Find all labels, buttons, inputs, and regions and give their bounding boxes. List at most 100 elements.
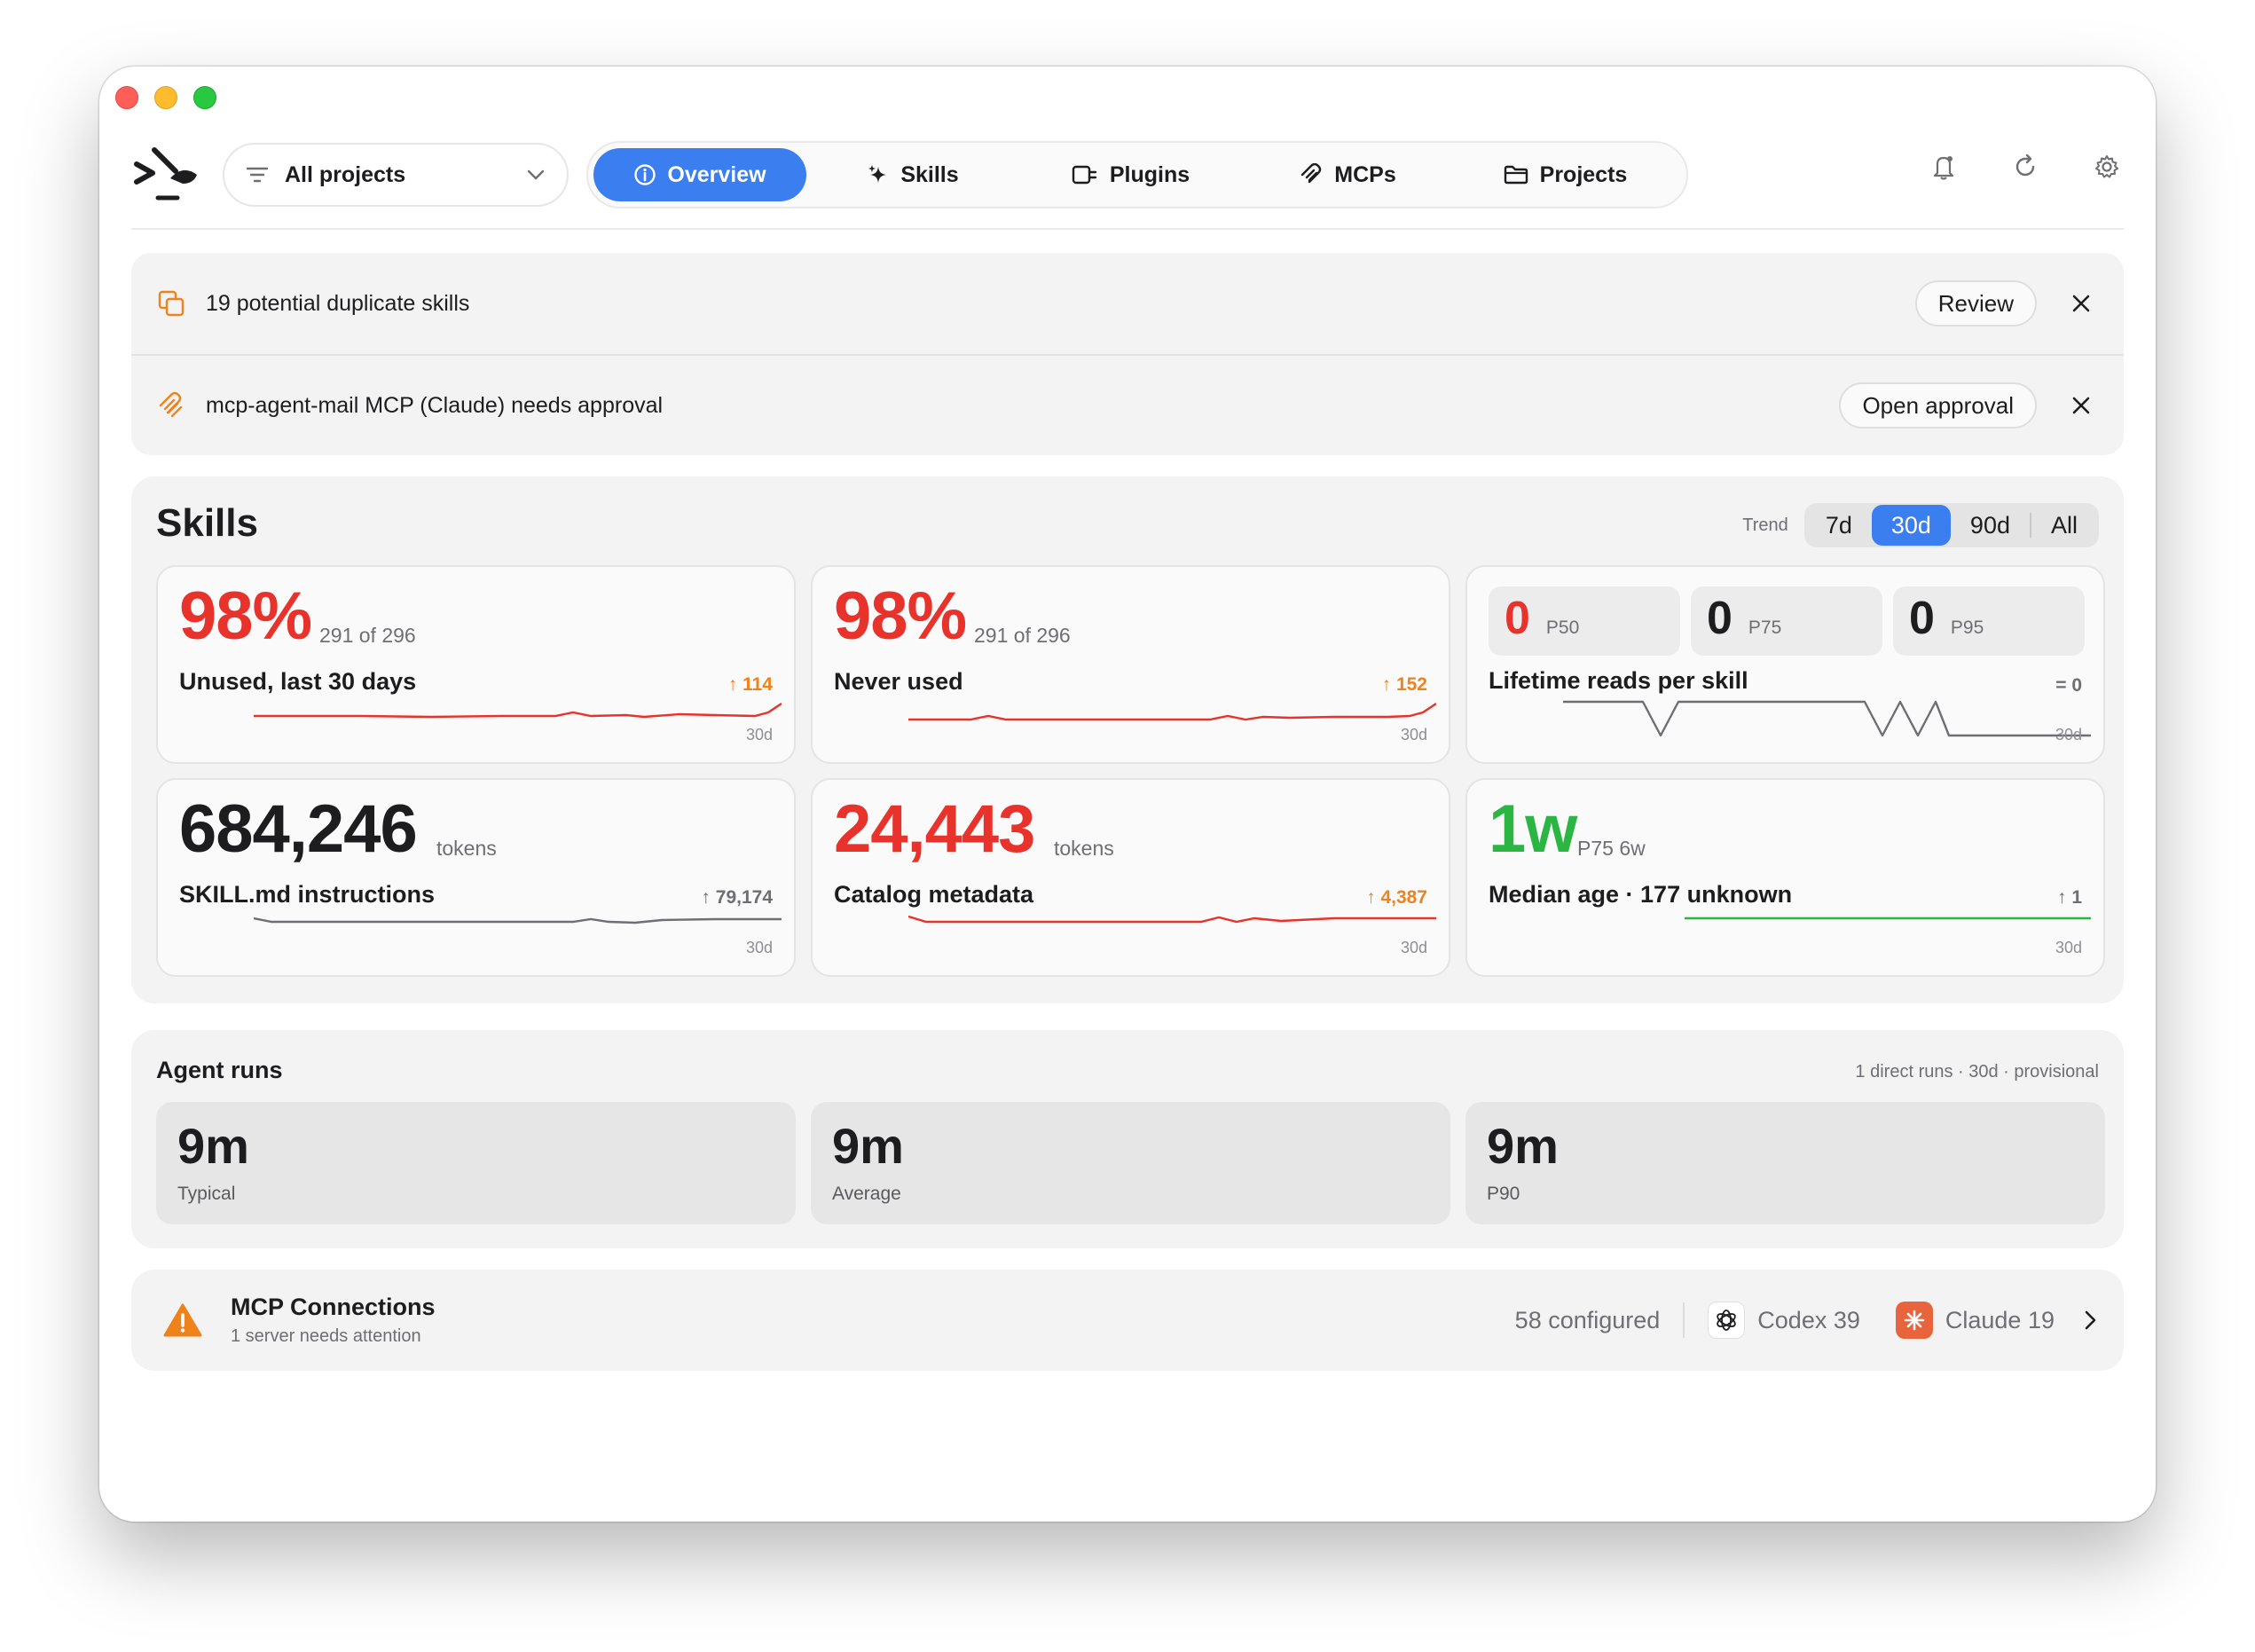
alert-mcp-approval: mcp-agent-mail MCP (Claude) needs approv… xyxy=(131,354,2124,455)
mcp-connections-summary: 58 configured Codex 39 Claude 19 xyxy=(1515,1302,2099,1339)
trend-option-7d[interactable]: 7d xyxy=(1806,505,1872,546)
tab-label: Projects xyxy=(1539,161,1628,187)
app-window: All projects Overview Skills Plugins MCP… xyxy=(99,67,2156,1522)
refresh-button[interactable] xyxy=(2008,150,2042,184)
card-delta: ↑ 4,387 xyxy=(1366,887,1427,908)
alerts-banner: 19 potential duplicate skills Review mcp… xyxy=(131,253,2124,455)
unused-skills-card[interactable]: 98% 291 of 296 Unused, last 30 days ↑ 11… xyxy=(156,565,796,764)
dismiss-alert-button[interactable] xyxy=(2063,286,2099,321)
filter-icon xyxy=(246,167,269,183)
mcp-connections-title: MCP Connections xyxy=(231,1294,436,1320)
median-age-card[interactable]: 1w P75 6w Median age · 177 unknown ↑ 1 3… xyxy=(1465,778,2105,977)
card-delta: ↑ 152 xyxy=(1381,674,1427,695)
project-select[interactable]: All projects xyxy=(223,143,569,207)
card-delta: ↑ 114 xyxy=(727,674,773,695)
configured-count: 58 configured xyxy=(1514,1306,1661,1333)
stat-value: 9m xyxy=(177,1118,249,1174)
plug-icon xyxy=(1072,165,1097,185)
agent-stat-typical: 9m Typical xyxy=(156,1102,796,1224)
agent-stat-average: 9m Average xyxy=(811,1102,1450,1224)
tab-label: Overview xyxy=(667,161,766,187)
agent-stat-p90: 9m P90 xyxy=(1465,1102,2105,1224)
mcp-icon xyxy=(1301,163,1322,184)
percentile-value: 0 xyxy=(1909,593,1935,644)
percentile-key: P95 xyxy=(1950,618,1984,638)
card-value: 98% xyxy=(834,578,967,654)
trend-selector: Trend 7d 30d 90d All xyxy=(1742,503,2099,547)
card-subvalue: P75 6w xyxy=(1577,837,1646,860)
duplicate-icon xyxy=(158,290,185,317)
mcp-connections-row[interactable]: MCP Connections 1 server needs attention… xyxy=(131,1270,2124,1371)
review-button[interactable]: Review xyxy=(1914,280,2037,326)
sparkline xyxy=(254,703,782,719)
skill-instructions-card[interactable]: 684,246 tokens SKILL.md instructions ↑ 7… xyxy=(156,778,796,977)
tab-label: Skills xyxy=(900,161,959,187)
card-label: Median age · 177 unknown xyxy=(1489,881,1793,908)
card-delta: = 0 xyxy=(2055,675,2082,696)
settings-button[interactable] xyxy=(2090,150,2124,184)
tab-overview[interactable]: Overview xyxy=(593,148,806,201)
alert-message: 19 potential duplicate skills xyxy=(206,290,470,316)
stat-value: 9m xyxy=(832,1118,904,1174)
stat-label: Typical xyxy=(177,1184,236,1204)
close-window-button[interactable] xyxy=(115,86,138,109)
notifications-button[interactable] xyxy=(1927,150,1960,184)
card-value: 98% xyxy=(179,578,312,654)
sparkline xyxy=(254,916,782,924)
chevron-down-icon xyxy=(527,169,545,180)
close-icon xyxy=(2072,397,2090,414)
claude-count: Claude 19 xyxy=(1945,1306,2055,1333)
card-subvalue: tokens xyxy=(436,837,497,860)
never-used-card[interactable]: 98% 291 of 296 Never used ↑ 152 30d xyxy=(811,565,1450,764)
sparkline xyxy=(908,915,1436,924)
claude-icon xyxy=(1895,1302,1933,1339)
agent-runs-meta: 1 direct runs · 30d · provisional xyxy=(1855,1062,2099,1082)
main-tabs: Overview Skills Plugins MCPs Projects xyxy=(586,141,1688,208)
stat-label: P90 xyxy=(1487,1184,1520,1204)
refresh-icon xyxy=(2015,153,2035,177)
agent-runs-title: Agent runs xyxy=(156,1057,283,1083)
openai-logo-icon xyxy=(1717,1310,1737,1331)
card-period: 30d xyxy=(1400,726,1427,743)
percentile-value: 0 xyxy=(1505,593,1530,644)
sparkline xyxy=(908,703,1436,721)
tab-label: MCPs xyxy=(1334,161,1396,187)
card-subvalue: 291 of 296 xyxy=(319,624,416,647)
tab-skills[interactable]: Skills xyxy=(806,148,1019,201)
dismiss-alert-button[interactable] xyxy=(2063,388,2099,423)
card-label: Unused, last 30 days xyxy=(179,668,417,695)
toolbar-actions xyxy=(1927,150,2124,184)
trend-option-90d[interactable]: 90d xyxy=(1951,505,2030,546)
bell-icon xyxy=(1933,156,1954,180)
alert-duplicate-skills: 19 potential duplicate skills Review xyxy=(131,253,2124,354)
minimize-window-button[interactable] xyxy=(154,86,177,109)
card-label: Catalog metadata xyxy=(834,881,1034,908)
card-delta: ↑ 79,174 xyxy=(701,887,773,908)
card-subvalue: 291 of 296 xyxy=(974,624,1071,647)
sparkline xyxy=(1563,700,2091,737)
card-delta: ↑ 1 xyxy=(2056,887,2082,908)
mcp-connections-subtitle: 1 server needs attention xyxy=(231,1326,421,1346)
stat-value: 9m xyxy=(1487,1118,1559,1174)
stat-label: Average xyxy=(832,1184,901,1204)
skills-panel: Skills Trend 7d 30d 90d All 98% 291 of 2… xyxy=(131,476,2124,1003)
card-label: SKILL.md instructions xyxy=(179,881,436,908)
folder-icon xyxy=(1504,165,1528,185)
card-value: 1w xyxy=(1489,791,1577,867)
app-logo-icon xyxy=(134,147,197,201)
tab-mcps[interactable]: MCPs xyxy=(1241,148,1454,201)
trend-label: Trend xyxy=(1742,515,1788,535)
tab-plugins[interactable]: Plugins xyxy=(1019,148,1241,201)
percentile-p75: 0 P75 xyxy=(1691,586,1882,656)
card-period: 30d xyxy=(2055,726,2082,743)
catalog-metadata-card[interactable]: 24,443 tokens Catalog metadata ↑ 4,387 3… xyxy=(811,778,1450,977)
lifetime-reads-card[interactable]: 0 P50 0 P75 0 P95 Lifetime reads per ski… xyxy=(1465,565,2105,764)
skills-title: Skills xyxy=(156,501,258,545)
chevron-right-icon xyxy=(2085,1310,2096,1330)
percentile-key: P75 xyxy=(1748,618,1782,638)
zoom-window-button[interactable] xyxy=(193,86,216,109)
trend-option-all[interactable]: All xyxy=(2031,505,2097,546)
tab-projects[interactable]: Projects xyxy=(1454,148,1676,201)
trend-option-30d[interactable]: 30d xyxy=(1871,505,1951,546)
open-approval-button[interactable]: Open approval xyxy=(1839,382,2037,429)
